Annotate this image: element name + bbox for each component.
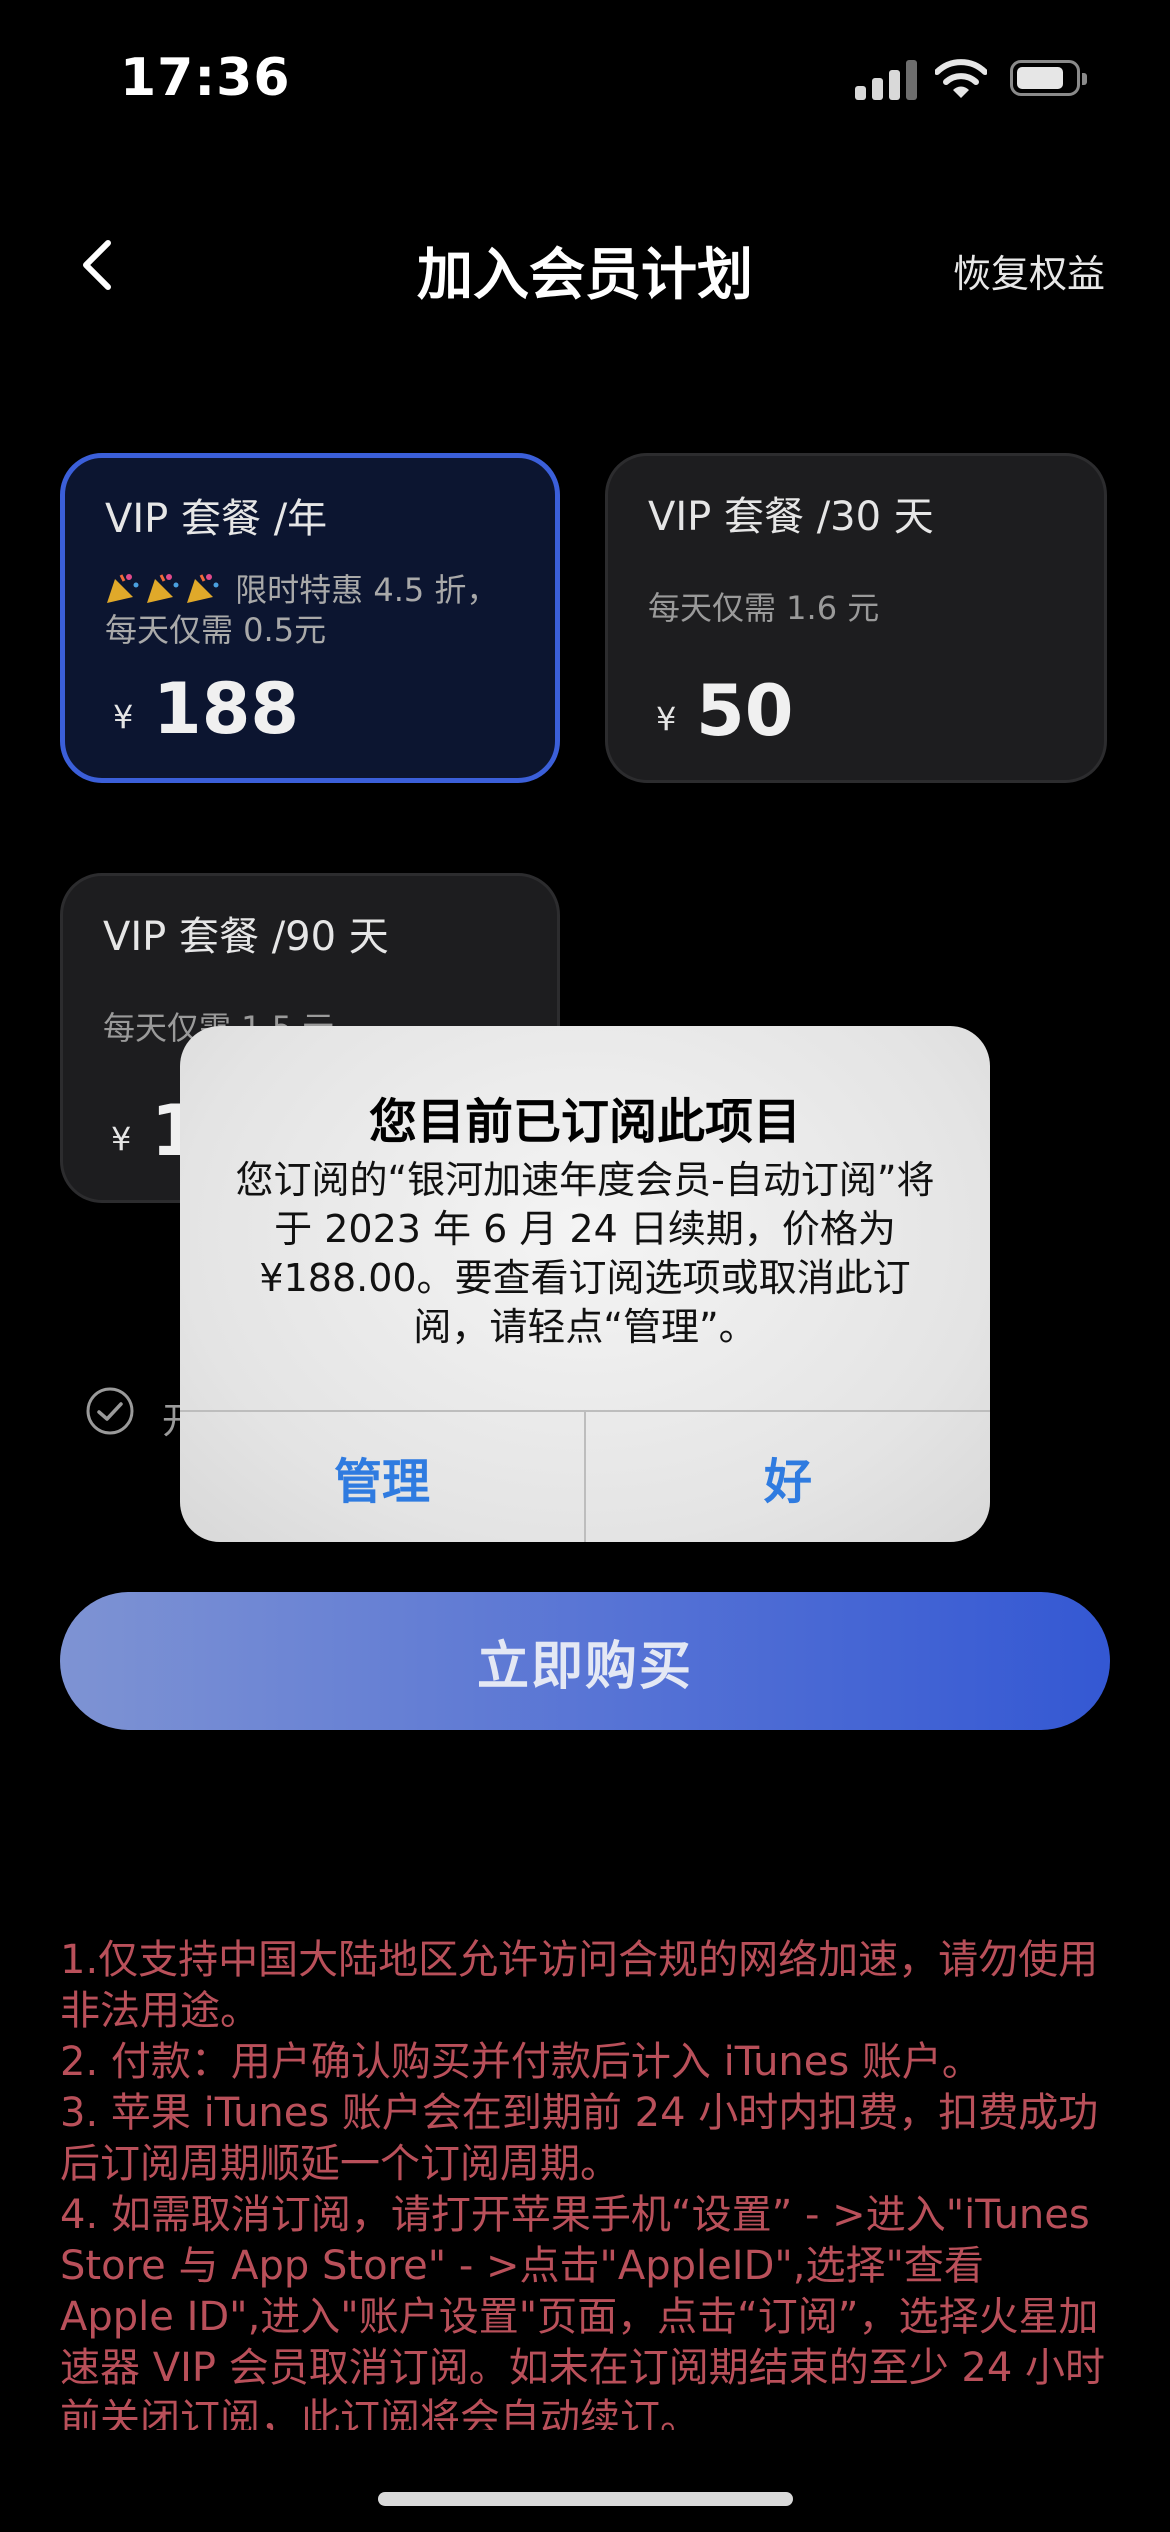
- subscription-alert-dialog: 您目前已订阅此项目 您订阅的“银河加速年度会员-自动订阅”将于 2023 年 6…: [180, 1026, 990, 1542]
- note-item: 1.仅支持中国大陆地区允许访问合规的网络加速，请勿使用非法用途。: [60, 1937, 1099, 2034]
- plan-desc: 每天仅需 0.5元: [105, 611, 327, 649]
- party-popper-icon: [147, 574, 179, 603]
- plan-price: 188: [153, 668, 300, 750]
- note-item: 2. 付款：用户确认购买并付款后计入 iTunes 账户。: [60, 2039, 982, 2085]
- ok-button[interactable]: 好: [586, 1412, 990, 1542]
- restore-rights-button[interactable]: 恢复权益: [953, 243, 1105, 298]
- alert-message: 您订阅的“银河加速年度会员-自动订阅”将于 2023 年 6 月 24 日续期，…: [235, 1158, 935, 1349]
- manage-button[interactable]: 管理: [180, 1412, 584, 1542]
- wifi-icon: [935, 59, 987, 98]
- plan-price: 50: [696, 670, 794, 752]
- plan-promo: 限时特惠 4.5 折，: [105, 570, 498, 610]
- battery-icon: [1010, 60, 1087, 96]
- currency-symbol: ¥: [113, 698, 134, 736]
- currency-symbol: ¥: [656, 700, 677, 738]
- cellular-signal-icon: [855, 60, 917, 100]
- plan-card-yearly[interactable]: VIP 套餐 /年 限时特惠 4.5 折， 每天仅需 0.5元 ¥ 188: [60, 453, 560, 783]
- plan-name: VIP 套餐 /90 天: [103, 914, 389, 960]
- party-popper-icon: [187, 574, 219, 603]
- note-item: 3. 苹果 iTunes 账户会在到期前 24 小时内扣费，扣费成功后订阅周期顺…: [60, 2090, 1099, 2187]
- plan-desc: 每天仅需 1.6 元: [648, 589, 880, 627]
- party-popper-icon: [107, 574, 139, 603]
- alert-title: 您目前已订阅此项目: [368, 1094, 801, 1150]
- plan-card-30-days[interactable]: VIP 套餐 /30 天 每天仅需 1.6 元 ¥ 50: [605, 453, 1107, 783]
- note-item: 4. 如需取消订阅，请打开苹果手机“设置” - >进入"iTunes Store…: [60, 2192, 1106, 2430]
- home-indicator[interactable]: [378, 2492, 793, 2506]
- currency-symbol: ¥: [111, 1120, 132, 1158]
- plan-name: VIP 套餐 /年: [105, 496, 328, 542]
- subscription-notes: 1.仅支持中国大陆地区允许访问合规的网络加速，请勿使用非法用途。 2. 付款：用…: [60, 1935, 1110, 2430]
- plan-promo-text: 限时特惠 4.5 折，: [235, 571, 499, 609]
- agree-checkbox-icon[interactable]: [85, 1386, 135, 1436]
- status-time: 17:36: [120, 48, 291, 108]
- plan-name: VIP 套餐 /30 天: [648, 494, 934, 540]
- buy-now-button[interactable]: 立即购买: [60, 1592, 1110, 1730]
